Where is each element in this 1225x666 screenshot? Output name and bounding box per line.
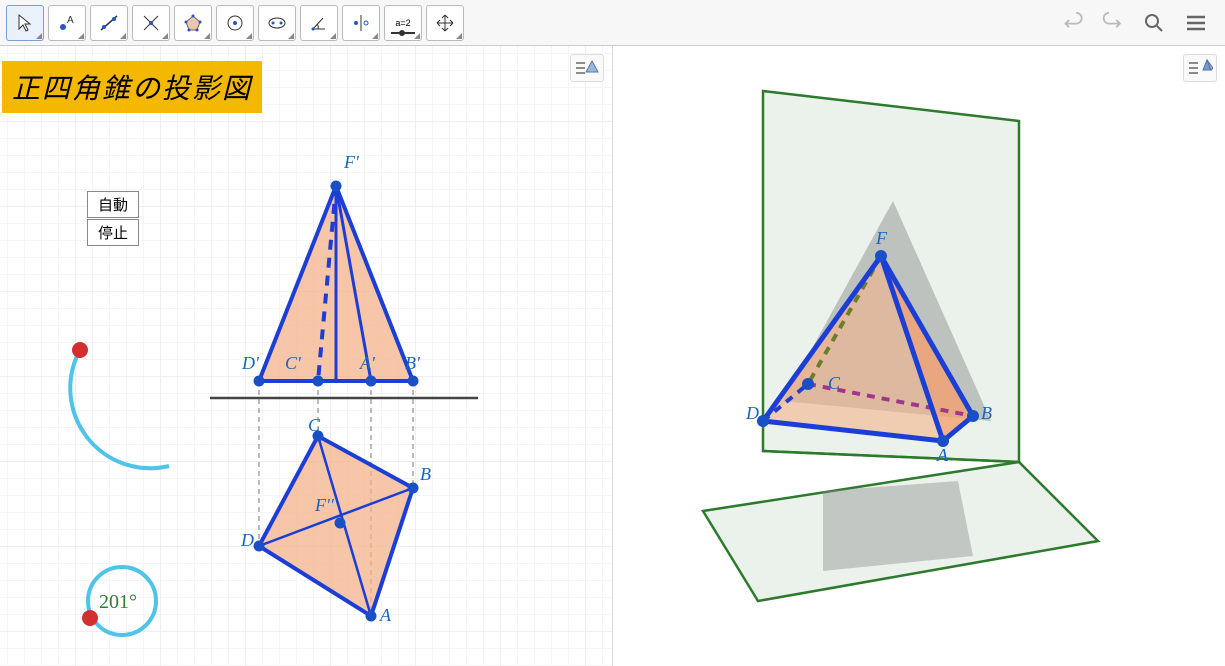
face-back-left (763, 256, 881, 421)
menu-button[interactable] (1181, 8, 1211, 38)
auto-button[interactable]: 自動 (87, 191, 139, 218)
tool-perpendicular[interactable] (132, 5, 170, 41)
redo-button[interactable] (1099, 9, 1127, 37)
ellipse-icon (267, 13, 287, 33)
toolbar: A a=2 (0, 0, 1225, 46)
tool-polygon[interactable] (174, 5, 212, 41)
tool-move-view[interactable] (426, 5, 464, 41)
point3d-D[interactable] (757, 415, 769, 427)
style-bar-3d[interactable] (1183, 54, 1217, 82)
label3d-A: A (936, 445, 949, 465)
point3d-C[interactable] (802, 378, 814, 390)
tool-reflect[interactable] (342, 5, 380, 41)
style-bar-2d[interactable] (570, 54, 604, 82)
label3d-B: B (981, 403, 992, 423)
plane-seam (763, 451, 1019, 462)
angle-icon (309, 13, 329, 33)
label3d-D: D (745, 403, 759, 423)
point3d-B[interactable] (967, 410, 979, 422)
page-title: 正四角錐の投影図 (12, 74, 252, 105)
search-button[interactable] (1139, 8, 1169, 38)
tool-circle[interactable] (216, 5, 254, 41)
move-view-icon (435, 13, 455, 33)
edge-fc (808, 256, 881, 384)
base-edge-cb (808, 384, 973, 416)
circle-icon (225, 13, 245, 33)
label3d-C: C (828, 373, 841, 393)
tool-angle[interactable] (300, 5, 338, 41)
style-bar-icon (574, 58, 600, 78)
horizontal-plane (703, 462, 1098, 601)
undo-button[interactable] (1059, 9, 1087, 37)
perpendicular-icon (141, 13, 161, 33)
construction-3d: F A B C D (613, 46, 1225, 666)
svg-text:A: A (67, 15, 74, 26)
vertical-plane (763, 91, 1019, 462)
shadow-horizontal (823, 481, 973, 571)
toolbar-right (1059, 8, 1219, 38)
search-icon (1142, 11, 1166, 35)
line-icon (99, 13, 119, 33)
slider-text: a=2 (395, 18, 410, 28)
style-bar-3d-icon (1187, 58, 1213, 78)
point-icon: A (57, 13, 77, 33)
edge-fb (881, 256, 973, 416)
tool-move[interactable] (6, 5, 44, 41)
tool-point[interactable]: A (48, 5, 86, 41)
redo-icon (1101, 11, 1125, 35)
polygon-icon (183, 13, 203, 33)
point3d-A[interactable] (937, 435, 949, 447)
hamburger-icon (1184, 11, 1208, 35)
base-edge-ab (943, 416, 973, 441)
cursor-icon (15, 13, 35, 33)
edge-fd (763, 256, 881, 421)
face-left (763, 256, 943, 441)
tool-line[interactable] (90, 5, 128, 41)
base-edge-dc (763, 384, 808, 421)
tool-slider[interactable]: a=2 (384, 5, 422, 41)
graphics-view-3d[interactable]: F A B C D (612, 46, 1225, 666)
title-box: 正四角錐の投影図 (2, 61, 262, 113)
point3d-F[interactable] (875, 250, 887, 262)
stop-button[interactable]: 停止 (87, 219, 139, 246)
shadow-vertical (783, 201, 991, 421)
edge-fa (881, 256, 943, 441)
reflect-icon (351, 13, 371, 33)
face-right (881, 256, 973, 441)
grid-background (0, 46, 612, 666)
main-area: 正四角錐の投影図 自動 停止 (0, 46, 1225, 666)
undo-icon (1061, 11, 1085, 35)
label3d-F: F (875, 228, 888, 248)
tool-ellipse[interactable] (258, 5, 296, 41)
graphics-view-2d[interactable]: 正四角錐の投影図 自動 停止 (0, 46, 612, 666)
base-edge-da (763, 421, 943, 441)
